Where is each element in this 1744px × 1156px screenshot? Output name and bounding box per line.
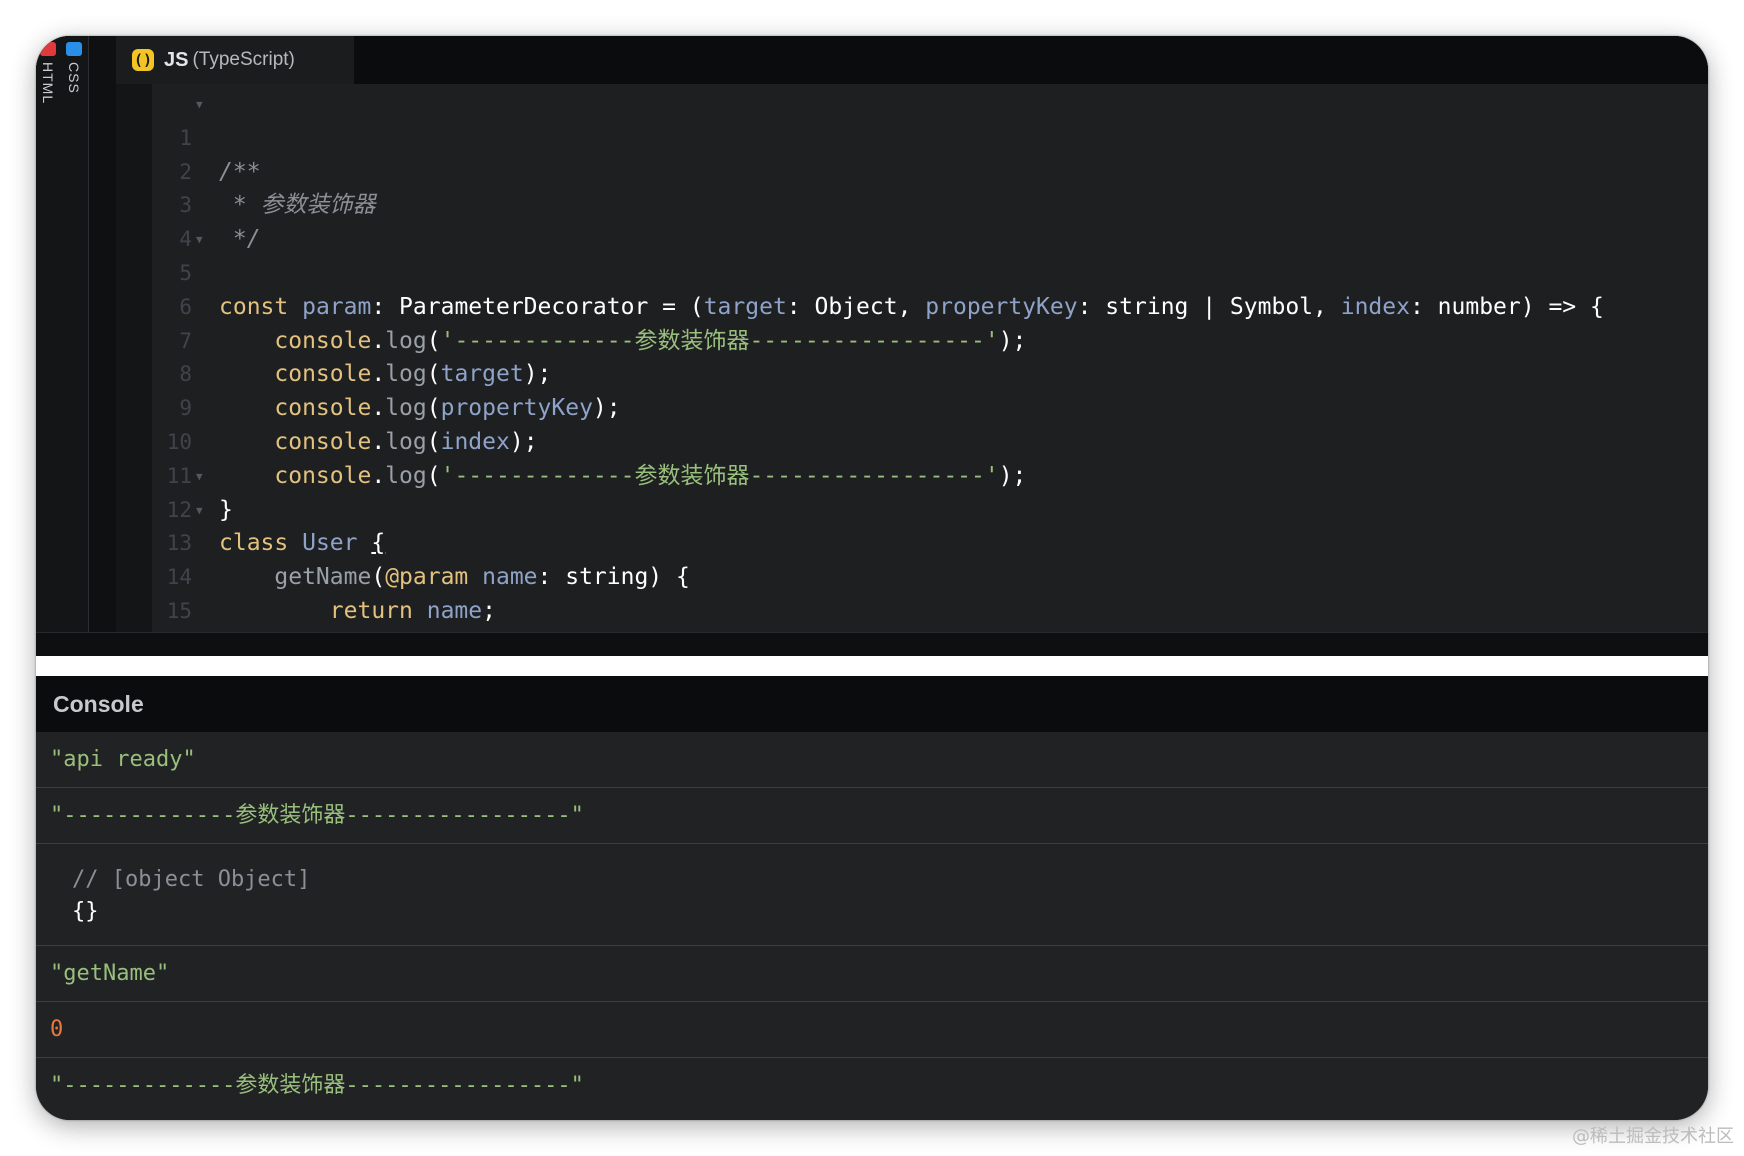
fold-arrow-icon[interactable]: ▼ bbox=[196, 88, 203, 122]
console-entry: "getName" bbox=[36, 946, 1708, 1002]
code-editor[interactable]: HTML CSS () JS (TypeScript) 1 ▼ /** 2 * 参… bbox=[36, 36, 1708, 695]
console-string: "-------------参数装饰器-----------------" bbox=[50, 1073, 584, 1098]
watermark: @稀土掘金技术社区 bbox=[1572, 1126, 1734, 1147]
code-line: 14 return name; bbox=[152, 527, 1708, 624]
code-line: 16 } bbox=[152, 595, 1708, 695]
console-entry: "api ready" bbox=[36, 732, 1708, 788]
editor-tabbar: () JS (TypeScript) bbox=[116, 36, 1708, 84]
tab-sub-label: (TypeScript) bbox=[192, 49, 295, 70]
fold-arrow-icon[interactable]: ▼ bbox=[196, 223, 203, 257]
console-string: "api ready" bbox=[50, 747, 196, 772]
editor-horizontal-scrollbar[interactable] bbox=[36, 632, 1708, 657]
html-panel-tab[interactable]: HTML bbox=[36, 36, 63, 664]
code-line: 3 */ bbox=[152, 156, 1708, 252]
js-file-icon: () bbox=[132, 49, 154, 71]
code-line: 11 } bbox=[152, 426, 1708, 523]
console-entry: // [object Object] {} bbox=[36, 844, 1708, 946]
console-entry: "-------------参数装饰器-----------------" bbox=[36, 1058, 1708, 1114]
console-string: "getName" bbox=[50, 961, 170, 986]
side-tabs: HTML CSS bbox=[36, 36, 116, 664]
code-line: 9 console.log(index); bbox=[152, 358, 1708, 455]
css-tab-label: CSS bbox=[66, 62, 82, 94]
tab-js-typescript[interactable]: () JS (TypeScript) bbox=[116, 36, 354, 84]
code-line: 1 ▼ /** bbox=[152, 88, 1708, 185]
console-entry: "-------------参数装饰器-----------------" bbox=[36, 788, 1708, 844]
console-comment: // [object Object] bbox=[72, 867, 311, 892]
html-tab-label: HTML bbox=[40, 62, 56, 105]
css-panel-tab[interactable]: CSS bbox=[62, 36, 89, 664]
console-number: 0 bbox=[50, 1017, 64, 1042]
code-line: 5 ▼ const param: ParameterDecorator = (ta… bbox=[152, 223, 1708, 320]
console-entry: 0 bbox=[36, 1002, 1708, 1058]
code-line: 4 bbox=[152, 189, 1708, 251]
fold-arrow-icon[interactable]: ▼ bbox=[196, 494, 203, 528]
css-marker-icon bbox=[66, 42, 82, 56]
code-line: 13 ▼ getName(@param name: string) { bbox=[152, 494, 1708, 591]
console-string: "-------------参数装饰器-----------------" bbox=[50, 803, 584, 828]
pane-divider[interactable] bbox=[36, 656, 1708, 676]
code-line: 15 } bbox=[152, 561, 1708, 658]
code-lines[interactable]: 1 ▼ /** 2 * 参数装饰器 3 */ 4 5 ▼ const param: … bbox=[152, 88, 1708, 695]
code-line: 6 console.log('-------------参数装饰器-------… bbox=[152, 257, 1708, 354]
code-line: 12 ▼ class User { bbox=[152, 460, 1708, 557]
html-marker-icon bbox=[40, 42, 56, 56]
console-object: {} bbox=[72, 899, 99, 924]
code-line: 8 console.log(propertyKey); bbox=[152, 325, 1708, 421]
code-line: 7 console.log(target); bbox=[152, 291, 1708, 388]
code-playground-window: HTML CSS () JS (TypeScript) 1 ▼ /** 2 * 参… bbox=[36, 36, 1708, 1120]
editor-left-strip bbox=[116, 36, 152, 664]
fold-arrow-icon[interactable]: ▼ bbox=[196, 460, 203, 494]
console-title: Console bbox=[36, 676, 1708, 732]
code-line: 10 console.log('-------------参数装饰器------… bbox=[152, 392, 1708, 489]
console-panel: Console "api ready" "-------------参数装饰器-… bbox=[36, 676, 1708, 1120]
tab-lang-label: JS bbox=[164, 48, 189, 71]
code-line: 2 * 参数装饰器 bbox=[152, 122, 1708, 219]
